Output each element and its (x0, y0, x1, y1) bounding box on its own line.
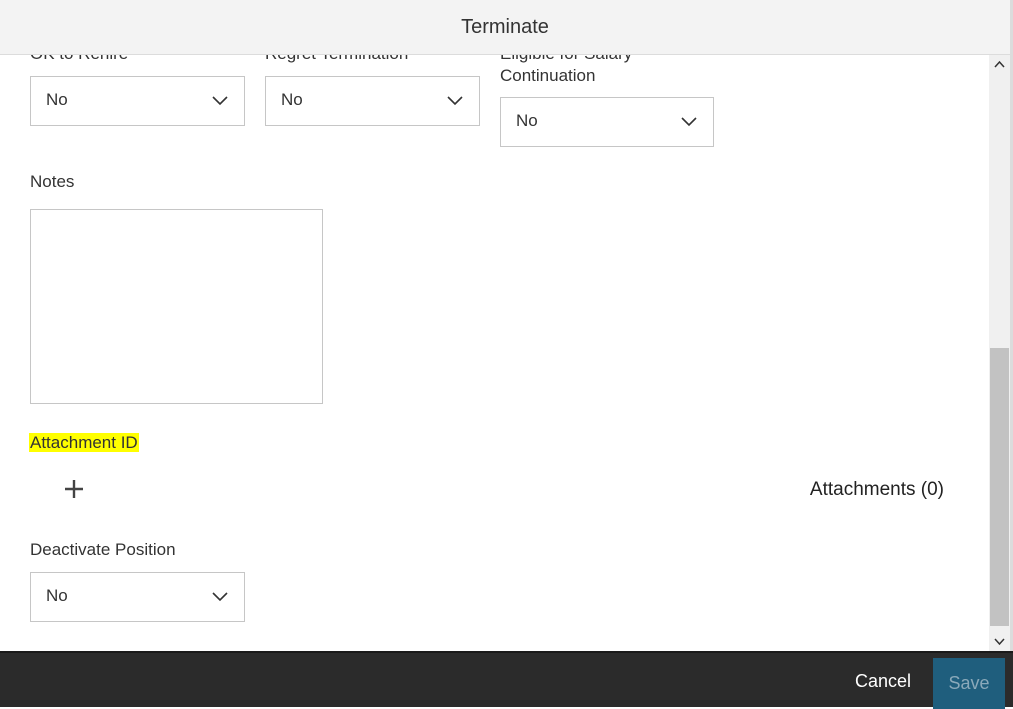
ok-to-rehire-value: No (46, 90, 68, 109)
chevron-down-icon (447, 96, 463, 106)
save-button[interactable]: Save (933, 658, 1005, 709)
deactivate-position-label: Deactivate Position (30, 540, 176, 559)
deactivate-position-value: No (46, 586, 68, 605)
eligible-label-line1: Eligible for Salary (500, 55, 632, 65)
eligible-salary-continuation-select[interactable]: No (500, 97, 714, 147)
ok-to-rehire-select[interactable]: No (30, 76, 245, 126)
cancel-button[interactable]: Cancel (855, 671, 911, 692)
chevron-up-icon[interactable] (989, 55, 1010, 75)
deactivate-position-select[interactable]: No (30, 572, 245, 622)
eligible-salary-continuation-value: No (516, 111, 538, 130)
chevron-down-icon (681, 117, 697, 127)
plus-icon[interactable] (62, 477, 86, 501)
dialog-header: Terminate (0, 0, 1010, 55)
regret-termination-label: Regret Termination (265, 55, 408, 65)
chevron-down-icon[interactable] (989, 631, 1010, 651)
regret-termination-select[interactable]: No (265, 76, 480, 126)
attachment-id-label: Attachment ID (29, 432, 139, 454)
chevron-down-icon (212, 96, 228, 106)
dialog-body: OK to Rehire No Regret Termination No El… (0, 55, 988, 651)
attachments-count[interactable]: Attachments (0) (810, 479, 944, 501)
eligible-label-line2: Continuation (500, 66, 596, 85)
attachment-id-label-text: Attachment ID (29, 433, 139, 452)
notes-textarea[interactable] (30, 209, 323, 404)
dialog-title: Terminate (461, 15, 549, 38)
ok-to-rehire-label: OK to Rehire (30, 55, 128, 65)
regret-termination-value: No (281, 90, 303, 109)
chevron-down-icon (212, 592, 228, 602)
vertical-scrollbar[interactable] (989, 55, 1010, 651)
scrollbar-thumb[interactable] (990, 348, 1009, 626)
dialog-footer: Cancel Save (0, 651, 1013, 709)
eligible-salary-continuation-label: Eligible for Salary Continuation (500, 55, 632, 87)
notes-label: Notes (30, 172, 75, 191)
